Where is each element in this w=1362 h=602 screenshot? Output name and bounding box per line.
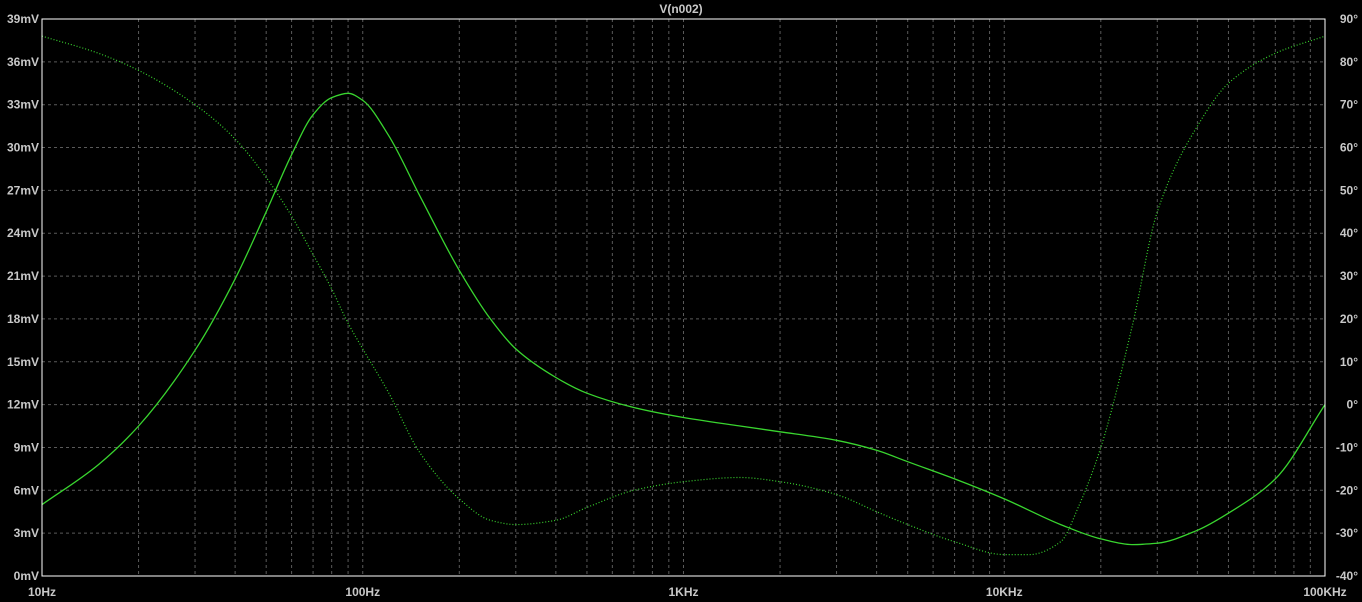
left-y-tick-label: 15mV — [7, 355, 39, 369]
left-y-tick-label: 27mV — [7, 183, 39, 197]
left-y-tick-label: 21mV — [7, 269, 39, 283]
right-y-tick-label: 60° — [1340, 141, 1358, 155]
x-tick-label: 100Hz — [345, 585, 380, 599]
left-y-tick-label: 24mV — [7, 226, 39, 240]
x-tick-label: 100KHz — [1303, 585, 1346, 599]
right-y-tick-label: 50° — [1340, 183, 1358, 197]
right-y-tick-label: -20° — [1336, 483, 1358, 497]
left-y-tick-label: 9mV — [14, 440, 39, 454]
left-y-tick-label: 33mV — [7, 98, 39, 112]
right-y-tick-label: -30° — [1336, 526, 1358, 540]
right-y-tick-label: 90° — [1340, 12, 1358, 26]
right-y-tick-label: 0° — [1347, 398, 1359, 412]
left-y-tick-label: 0mV — [14, 569, 39, 583]
right-y-tick-label: 10° — [1340, 355, 1358, 369]
x-tick-label: 10KHz — [986, 585, 1023, 599]
x-tick-label: 10Hz — [28, 585, 56, 599]
left-y-tick-label: 18mV — [7, 312, 39, 326]
left-y-tick-label: 39mV — [7, 12, 39, 26]
right-y-tick-label: -40° — [1336, 569, 1358, 583]
left-y-tick-label: 6mV — [14, 483, 39, 497]
ac-analysis-plot: 10Hz 100Hz 1KHz 10KHz 100KHz 0mV 3mV 6mV 9mV 12m… — [0, 0, 1362, 602]
right-y-tick-label: 40° — [1340, 226, 1358, 240]
x-tick-label: 1KHz — [668, 585, 698, 599]
left-y-tick-label: 30mV — [7, 141, 39, 155]
left-y-tick-label: 3mV — [14, 526, 39, 540]
right-y-tick-label: 80° — [1340, 55, 1358, 69]
right-y-tick-label: -10° — [1336, 440, 1358, 454]
right-y-tick-label: 70° — [1340, 98, 1358, 112]
chart-title[interactable]: V(n002) — [659, 2, 702, 16]
right-y-tick-label: 20° — [1340, 312, 1358, 326]
right-y-tick-label: 30° — [1340, 269, 1358, 283]
left-y-tick-label: 12mV — [7, 398, 39, 412]
left-y-tick-label: 36mV — [7, 55, 39, 69]
